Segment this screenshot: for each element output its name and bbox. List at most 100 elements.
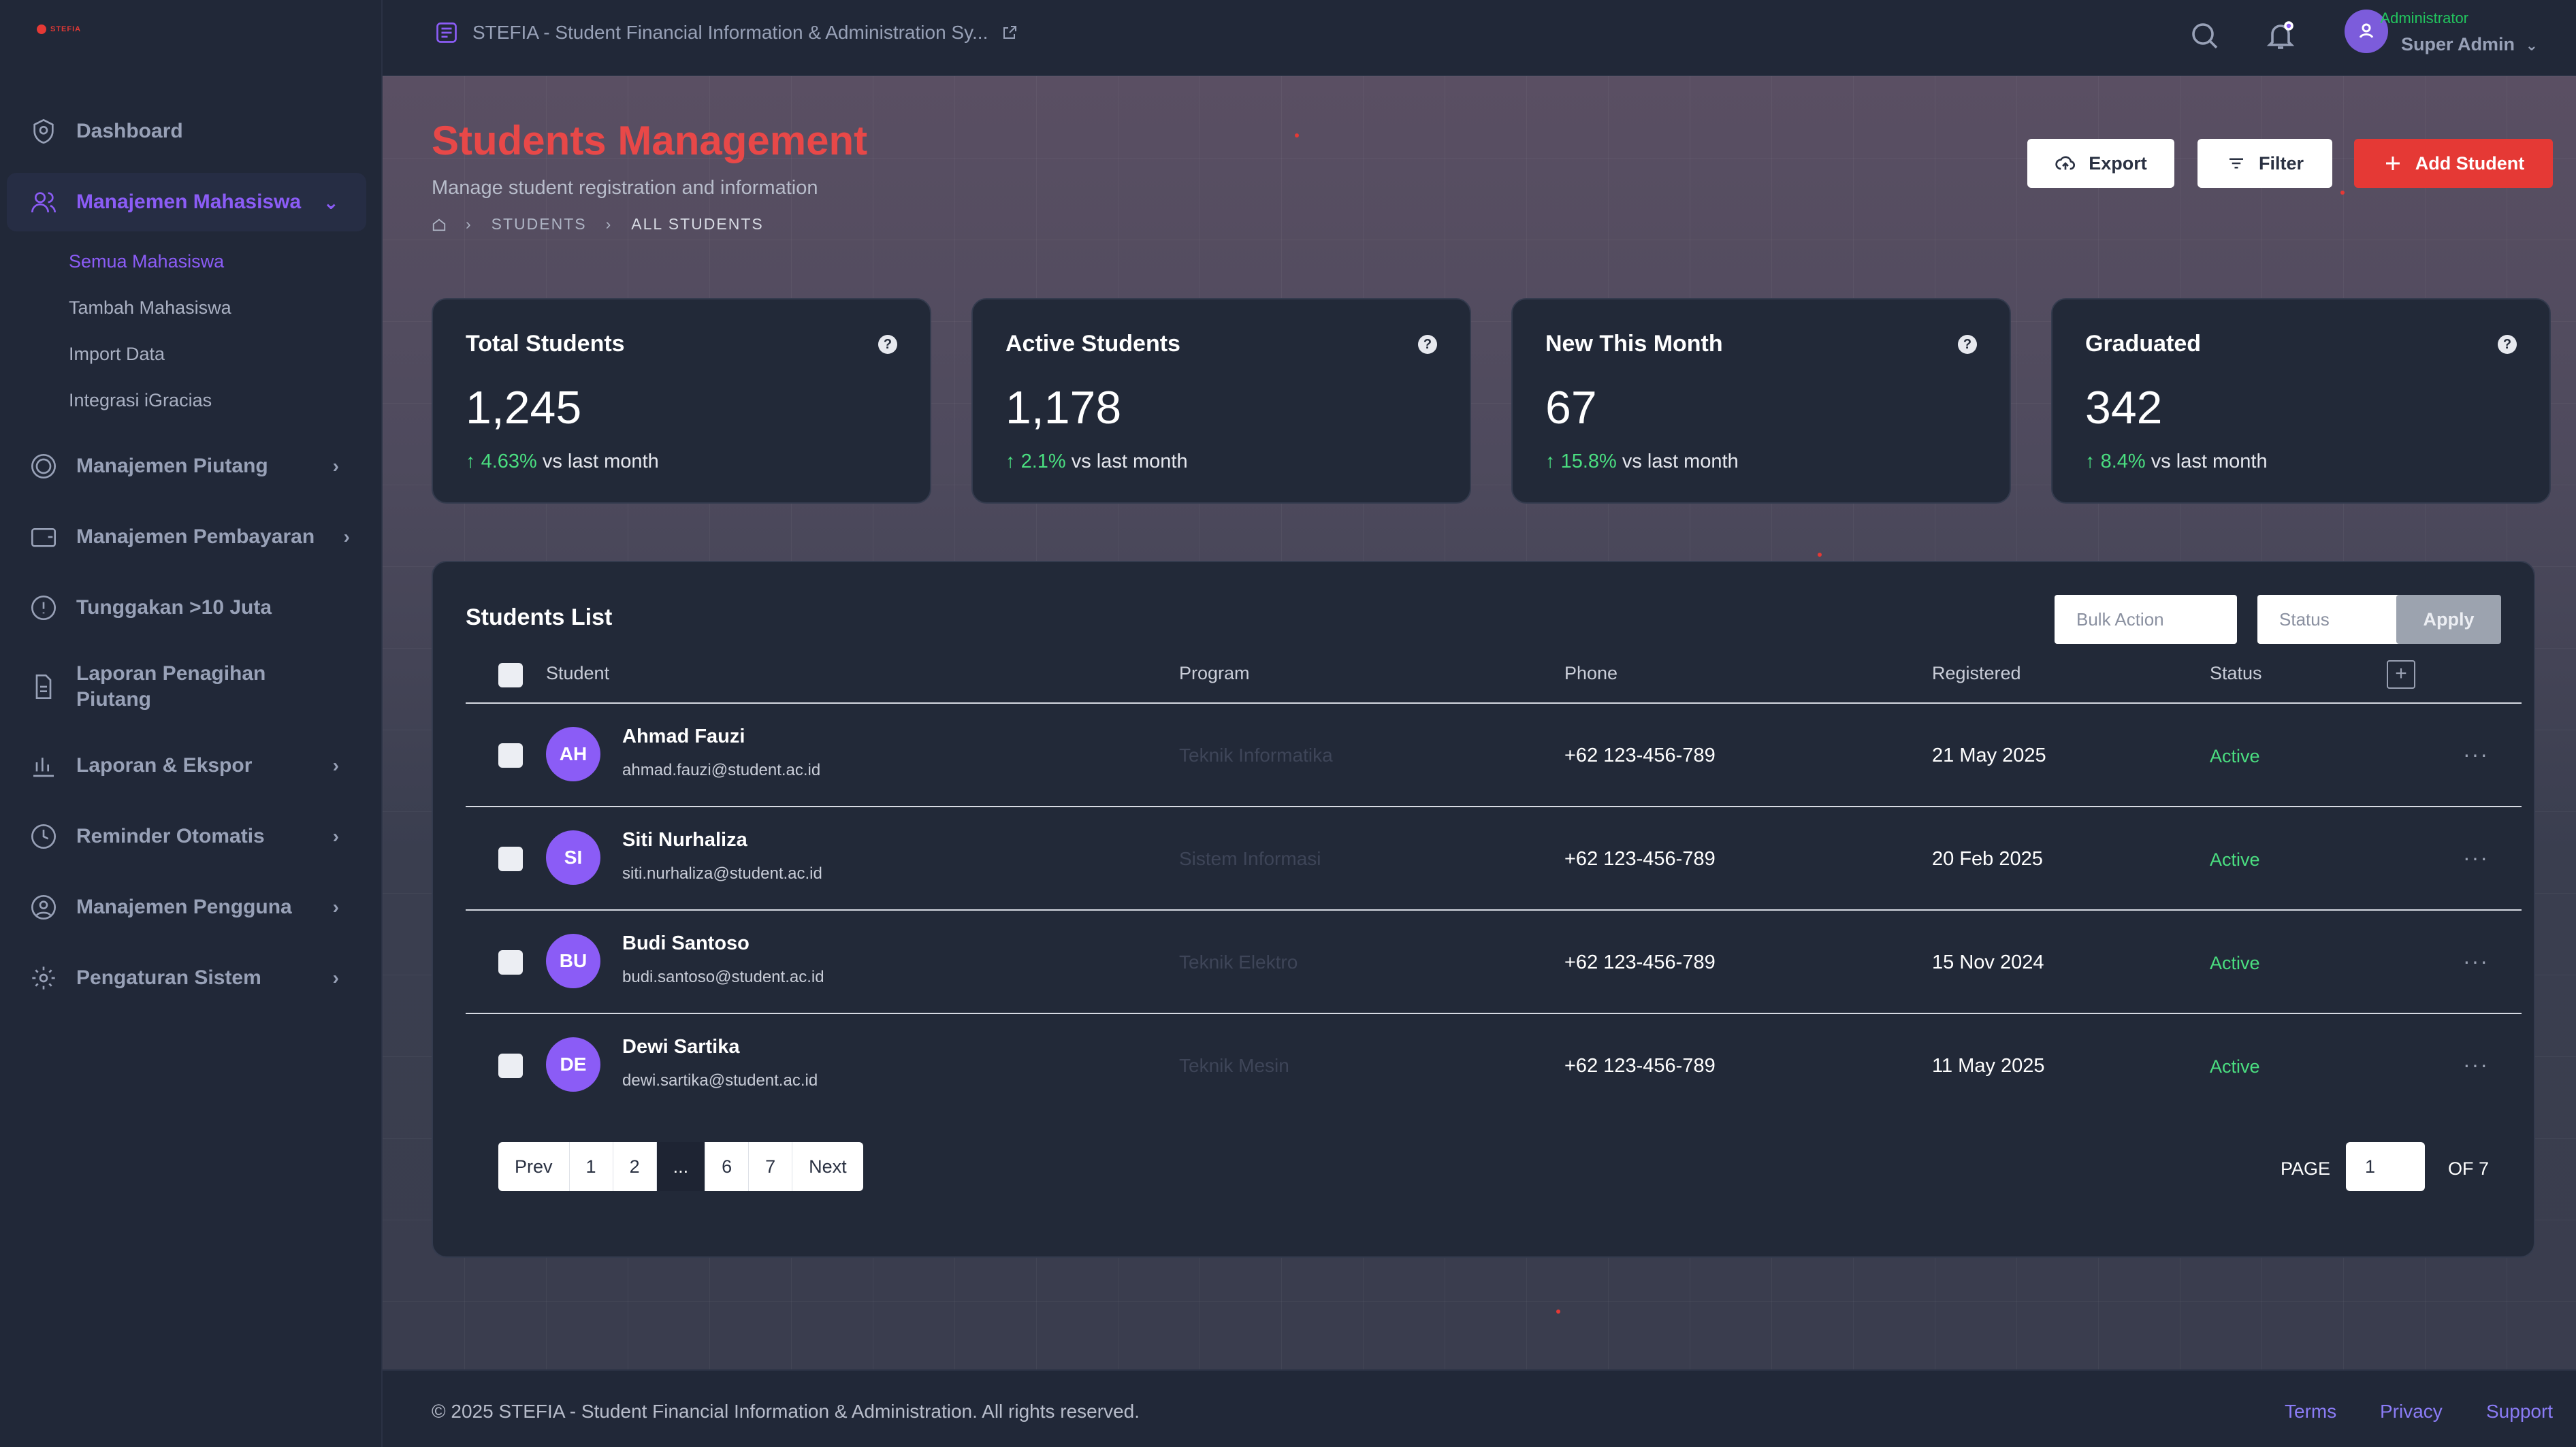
students-list-card: Students List Bulk Action Status Apply S… — [432, 561, 2535, 1258]
apply-button[interactable]: Apply — [2396, 595, 2501, 644]
sidebar-item-label: Laporan Penagihan Piutang — [76, 662, 266, 711]
sidebar-item-label: Tunggakan >10 Juta — [76, 596, 272, 619]
plus-icon — [2385, 157, 2400, 170]
pagination: Prev 1 2 ... 6 7 Next — [498, 1142, 863, 1191]
decorative-dot — [2340, 191, 2345, 195]
more-options-icon[interactable]: ··· — [2463, 949, 2489, 974]
column-header-program[interactable]: Program — [1179, 663, 1250, 684]
help-icon[interactable]: ? — [2498, 335, 2517, 354]
page-subtitle: Manage student registration and informat… — [432, 177, 818, 199]
breadcrumb-separator-icon: › — [605, 215, 613, 233]
filter-button[interactable]: Filter — [2197, 139, 2332, 188]
column-header-phone[interactable]: Phone — [1564, 663, 1617, 684]
students-list-title: Students List — [466, 604, 613, 630]
row-checkbox[interactable] — [498, 950, 523, 975]
home-icon[interactable] — [432, 217, 447, 232]
pagination-prev[interactable]: Prev — [498, 1142, 570, 1191]
stat-change-value: 2.1% — [1020, 451, 1066, 472]
cloud-upload-icon — [2055, 156, 2076, 170]
stat-change: ↑ 2.1% vs last month — [1005, 451, 1188, 473]
sidebar-item-tunggakan[interactable]: Tunggakan >10 Juta — [7, 579, 366, 637]
pagination-ellipsis[interactable]: ... — [656, 1142, 706, 1191]
sidebar-item-laporan-ekspor[interactable]: Laporan & Ekspor › — [7, 736, 366, 795]
student-name[interactable]: Siti Nurhaliza — [622, 829, 747, 851]
student-registered: 21 May 2025 — [1932, 745, 2046, 766]
pagination-page-7[interactable]: 7 — [749, 1142, 793, 1191]
select-all-checkbox[interactable] — [498, 663, 523, 687]
sidebar-item-pengaturan-sistem[interactable]: Pengaturan Sistem › — [7, 949, 366, 1007]
footer-link-support[interactable]: Support — [2486, 1401, 2553, 1422]
row-checkbox[interactable] — [498, 847, 523, 871]
subnav-integrasi-igracias[interactable]: Integrasi iGracias — [0, 377, 383, 423]
decorative-dot — [1556, 1310, 1560, 1314]
main-content: Students Management Manage student regis… — [383, 76, 2576, 1369]
breadcrumb-students[interactable]: STUDENTS — [492, 215, 587, 233]
add-student-button[interactable]: Add Student — [2354, 139, 2553, 188]
student-name[interactable]: Budi Santoso — [622, 932, 750, 955]
app-logo[interactable]: STEFIA — [37, 25, 81, 34]
more-options-icon[interactable]: ··· — [2463, 1052, 2489, 1077]
help-icon[interactable]: ? — [878, 335, 897, 354]
footer-link-privacy[interactable]: Privacy — [2380, 1401, 2443, 1422]
sidebar-item-dashboard[interactable]: Dashboard — [7, 102, 366, 161]
topbar: STEFIA - Student Financial Information &… — [383, 0, 2576, 76]
subnav-semua-mahasiswa[interactable]: Semua Mahasiswa — [0, 238, 383, 284]
student-program: Sistem Informasi — [1179, 848, 1321, 869]
help-icon[interactable]: ? — [1958, 335, 1977, 354]
subnav-import-data[interactable]: Import Data — [0, 331, 383, 377]
sidebar-item-manajemen-pembayaran[interactable]: Manajemen Pembayaran › — [7, 508, 366, 566]
student-registered: 15 Nov 2024 — [1932, 952, 2044, 973]
help-icon[interactable]: ? — [1418, 335, 1437, 354]
sidebar-item-manajemen-mahasiswa[interactable]: Manajemen Mahasiswa ⌄ — [7, 173, 366, 231]
column-header-registered[interactable]: Registered — [1932, 663, 2021, 684]
bar-chart-icon — [33, 758, 54, 777]
sidebar-item-reminder-otomatis[interactable]: Reminder Otomatis › — [7, 807, 366, 866]
table-row[interactable]: DE Dewi Sartika dewi.sartika@student.ac.… — [466, 1015, 2522, 1118]
export-button[interactable]: Export — [2027, 139, 2174, 188]
stat-card-total: Total Students ? 1,245 ↑ 4.63% vs last m… — [432, 298, 931, 504]
logo-text: STEFIA — [50, 25, 82, 33]
footer-link-terms[interactable]: Terms — [2285, 1401, 2336, 1422]
table-row[interactable]: SI Siti Nurhaliza siti.nurhaliza@student… — [466, 809, 2522, 911]
stat-label: New This Month — [1545, 331, 1723, 357]
table-row[interactable]: AH Ahmad Fauzi ahmad.fauzi@student.ac.id… — [466, 705, 2522, 807]
arrow-up-icon: ↑ — [1005, 451, 1016, 472]
external-link-icon[interactable] — [1001, 25, 1018, 41]
bell-icon[interactable] — [2264, 19, 2297, 52]
column-header-student[interactable]: Student — [546, 663, 609, 684]
page-number-input[interactable]: 1 — [2346, 1142, 2425, 1191]
table-row[interactable]: BU Budi Santoso budi.santoso@student.ac.… — [466, 912, 2522, 1014]
user-name-dropdown[interactable]: Super Admin ⌄ — [2401, 34, 2538, 55]
subnav-tambah-mahasiswa[interactable]: Tambah Mahasiswa — [0, 284, 383, 331]
row-checkbox[interactable] — [498, 743, 523, 768]
column-header-status[interactable]: Status — [2210, 663, 2262, 684]
student-name[interactable]: Dewi Sartika — [622, 1036, 739, 1058]
more-options-icon[interactable]: ··· — [2463, 845, 2489, 871]
row-checkbox[interactable] — [498, 1054, 523, 1078]
stat-label: Active Students — [1005, 331, 1180, 357]
pagination-page-1[interactable]: 1 — [570, 1142, 613, 1191]
sidebar-item-manajemen-pengguna[interactable]: Manajemen Pengguna › — [7, 878, 366, 937]
chevron-down-icon: ⌄ — [323, 191, 339, 213]
more-options-icon[interactable]: ··· — [2463, 742, 2489, 767]
table-header: Student Program Phone Registered Status … — [466, 651, 2522, 704]
student-registered: 11 May 2025 — [1932, 1055, 2045, 1077]
add-column-icon[interactable]: + — [2387, 660, 2415, 689]
stat-card-new: New This Month ? 67 ↑ 15.8% vs last mont… — [1511, 298, 2011, 504]
student-email: siti.nurhaliza@student.ac.id — [622, 864, 822, 883]
bulk-action-select[interactable]: Bulk Action — [2055, 595, 2237, 644]
student-phone: +62 123-456-789 — [1564, 1055, 1716, 1077]
pagination-next[interactable]: Next — [792, 1142, 863, 1191]
sidebar-item-laporan-penagihan[interactable]: Laporan Penagihan Piutang — [7, 649, 366, 724]
pagination-page-6[interactable]: 6 — [705, 1142, 750, 1191]
pagination-page-2[interactable]: 2 — [613, 1142, 657, 1191]
stat-value: 342 — [2085, 382, 2163, 434]
app-title[interactable]: STEFIA - Student Financial Information &… — [434, 20, 1018, 45]
avatar: DE — [546, 1037, 600, 1092]
sidebar-item-manajemen-piutang[interactable]: Manajemen Piutang › — [7, 437, 366, 495]
student-registered: 20 Feb 2025 — [1932, 848, 2043, 870]
filter-label: Filter — [2258, 152, 2304, 174]
student-name[interactable]: Ahmad Fauzi — [622, 726, 745, 748]
status-badge: Active — [2210, 746, 2260, 766]
search-icon[interactable] — [2188, 19, 2221, 52]
